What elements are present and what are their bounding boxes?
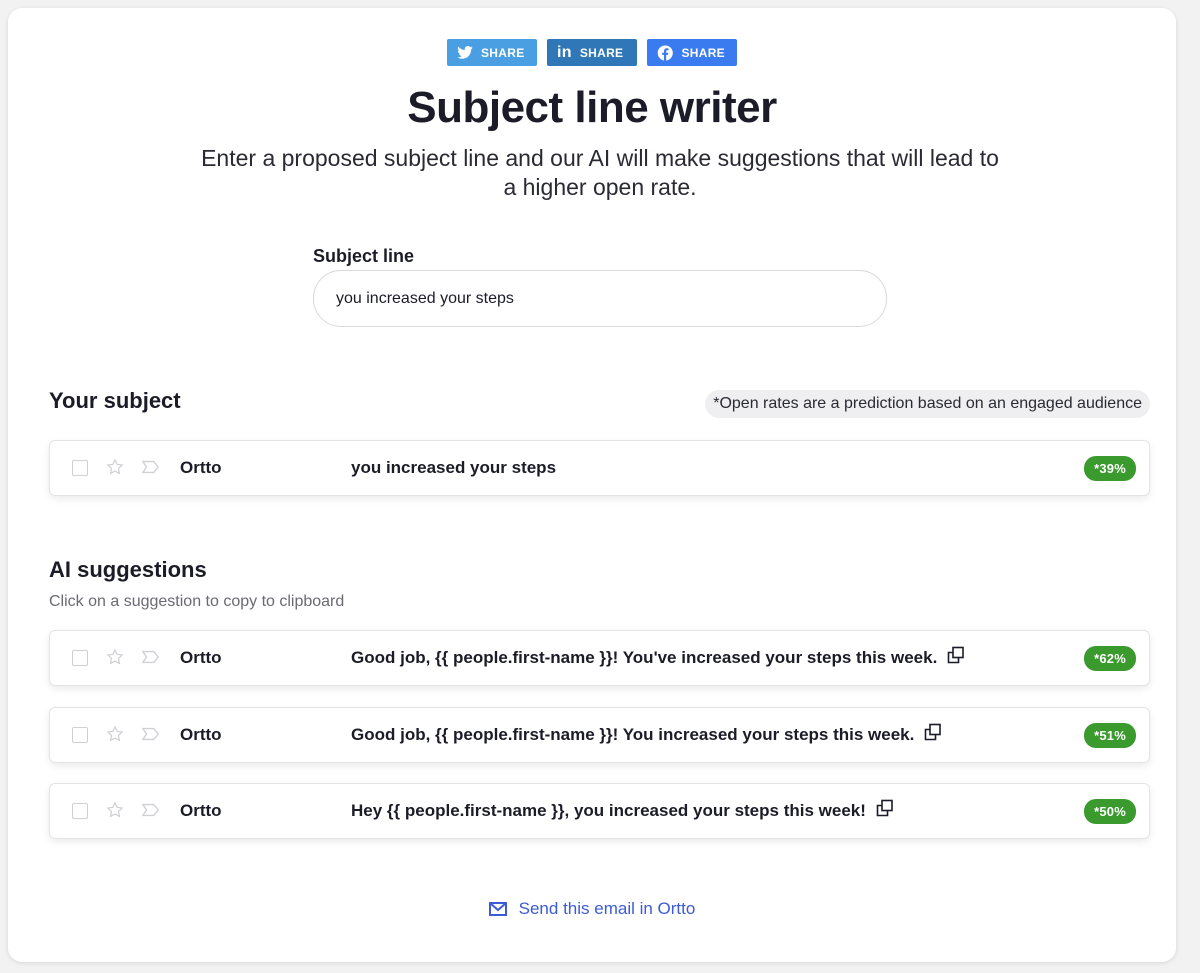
open-rate-badge: *50% — [1084, 798, 1136, 824]
page-title: Subject line writer — [407, 83, 777, 132]
twitter-icon — [457, 46, 473, 59]
your-subject-heading: Your subject — [49, 388, 181, 413]
star-icon — [106, 458, 124, 475]
row-subject-text: Hey {{ people.first-name }}, you increas… — [351, 801, 866, 820]
suggestion-row[interactable]: Ortto Good job, {{ people.first-name }}!… — [49, 707, 1150, 763]
subject-line-writer-card: SHARE in SHARE SHARE Subject line writer… — [8, 8, 1176, 962]
row-subject: Hey {{ people.first-name }}, you increas… — [351, 799, 894, 821]
facebook-icon — [657, 44, 673, 61]
suggestion-row[interactable]: Ortto Good job, {{ people.first-name }}!… — [49, 630, 1150, 686]
open-rate-badge: *62% — [1084, 645, 1136, 671]
your-subject-row: Ortto you increased your steps *39% — [49, 440, 1150, 496]
copy-icon[interactable] — [876, 799, 894, 817]
ai-suggestions-heading: AI suggestions — [49, 557, 207, 582]
subject-line-input[interactable] — [313, 270, 887, 327]
facebook-share-button[interactable]: SHARE — [647, 39, 737, 66]
mail-icon — [488, 902, 507, 916]
label-tag-icon — [142, 460, 160, 474]
suggestions-helper: Click on a suggestion to copy to clipboa… — [49, 593, 345, 610]
row-sender: Ortto — [180, 725, 222, 744]
copy-icon[interactable] — [947, 646, 965, 664]
subject-line-label: Subject line — [313, 246, 415, 266]
star-icon — [106, 801, 124, 818]
copy-icon[interactable] — [924, 723, 942, 741]
row-subject: Good job, {{ people.first-name }}! You'v… — [351, 646, 965, 668]
star-icon — [106, 725, 124, 742]
open-rate-note: *Open rates are a prediction based on an… — [705, 390, 1150, 418]
share-buttons: SHARE in SHARE SHARE — [8, 39, 1176, 66]
label-tag-icon — [142, 803, 160, 817]
send-in-ortto-label: Send this email in Ortto — [518, 899, 696, 918]
row-sender: Ortto — [180, 648, 222, 667]
row-subject-text: you increased your steps — [351, 458, 557, 477]
linkedin-icon: in — [557, 43, 572, 61]
facebook-share-label: SHARE — [681, 45, 725, 60]
star-icon — [106, 648, 124, 665]
row-subject: you increased your steps — [351, 458, 556, 478]
checkbox-icon — [72, 803, 88, 819]
label-tag-icon — [142, 727, 160, 741]
row-subject-text: Good job, {{ people.first-name }}! You'v… — [351, 648, 938, 667]
twitter-share-button[interactable]: SHARE — [447, 39, 537, 66]
row-sender: Ortto — [180, 458, 222, 477]
twitter-share-label: SHARE — [481, 45, 525, 60]
label-tag-icon — [142, 650, 160, 664]
row-subject-text: Good job, {{ people.first-name }}! You i… — [351, 725, 915, 744]
row-subject: Good job, {{ people.first-name }}! You i… — [351, 723, 942, 745]
page-subtitle: Enter a proposed subject line and our AI… — [201, 145, 999, 200]
checkbox-icon — [72, 460, 88, 476]
linkedin-share-button[interactable]: in SHARE — [547, 39, 637, 66]
row-sender: Ortto — [180, 801, 222, 820]
open-rate-badge: *39% — [1084, 455, 1136, 481]
open-rate-badge: *51% — [1084, 722, 1136, 748]
send-in-ortto-link[interactable]: Send this email in Ortto — [8, 899, 1176, 919]
checkbox-icon — [72, 727, 88, 743]
checkbox-icon — [72, 650, 88, 666]
linkedin-share-label: SHARE — [579, 45, 624, 60]
suggestion-row[interactable]: Ortto Hey {{ people.first-name }}, you i… — [49, 783, 1150, 839]
